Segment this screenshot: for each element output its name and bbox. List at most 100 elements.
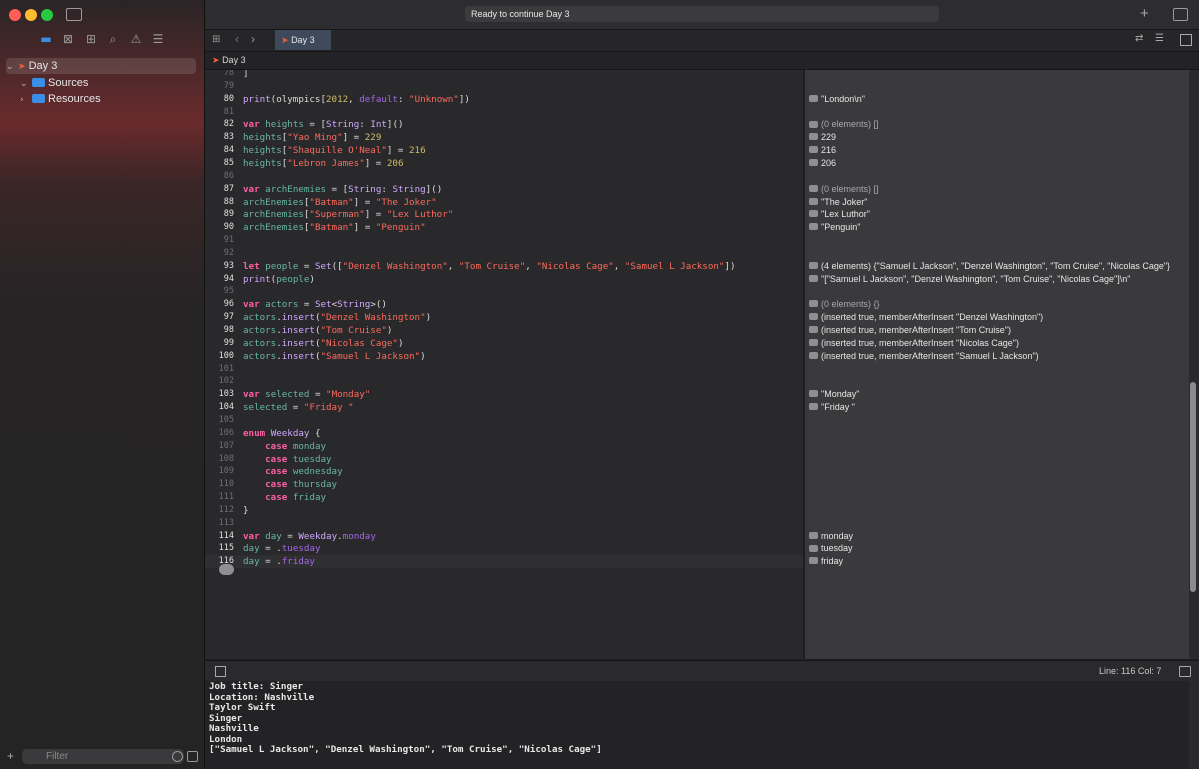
quick-look-icon[interactable] [809, 261, 818, 269]
symbol-navigator-icon[interactable]: ⊞ [83, 32, 99, 46]
result-value[interactable]: (0 elements) {} [809, 298, 880, 311]
quick-look-icon[interactable] [809, 133, 818, 141]
code-line[interactable]: 99 actors.insert("Nicolas Cage") [205, 337, 803, 350]
result-value[interactable]: monday [809, 530, 853, 543]
code-line[interactable]: 85 heights["Lebron James"] = 206 [205, 157, 803, 170]
quick-look-icon[interactable] [809, 557, 818, 565]
close-window-button[interactable] [9, 9, 21, 21]
code-line[interactable]: 113 [205, 517, 803, 530]
result-value[interactable]: (0 elements) [] [809, 118, 879, 131]
code-line[interactable]: 110 case thursday [205, 478, 803, 491]
quick-look-icon[interactable] [809, 223, 818, 231]
scrollbar-thumb[interactable] [1190, 382, 1196, 592]
code-line[interactable]: 112} [205, 504, 803, 517]
quick-look-icon[interactable] [809, 338, 818, 346]
quick-look-icon[interactable] [809, 313, 818, 321]
code-line[interactable]: 107 case monday [205, 440, 803, 453]
quick-look-icon[interactable] [809, 300, 818, 308]
filter-options-icon[interactable] [187, 751, 198, 762]
code-line[interactable]: 91 [205, 234, 803, 247]
quick-look-icon[interactable] [809, 531, 818, 539]
split-editor-icon[interactable] [1180, 34, 1192, 46]
report-navigator-icon[interactable]: ☰ [150, 32, 166, 46]
result-value[interactable]: "Lex Luthor" [809, 208, 870, 221]
issue-navigator-icon[interactable]: ⚠ [128, 32, 144, 46]
source-control-icon[interactable]: ⊠ [60, 32, 76, 46]
swap-icon[interactable]: ⇄ [1135, 33, 1143, 44]
result-value[interactable]: "Monday" [809, 388, 859, 401]
result-value[interactable]: 206 [809, 157, 836, 170]
code-line[interactable]: 83 heights["Yao Ming"] = 229 [205, 131, 803, 144]
quick-look-icon[interactable] [809, 544, 818, 552]
run-playground-button[interactable] [219, 564, 234, 575]
code-line[interactable]: 95 [205, 285, 803, 298]
code-line[interactable]: 104 selected = "Friday " [205, 401, 803, 414]
console-scrollbar[interactable] [1189, 681, 1199, 769]
code-line[interactable]: 106 enum Weekday { [205, 427, 803, 440]
code-line[interactable]: 103 var selected = "Monday" [205, 388, 803, 401]
tab-day3[interactable]: ➤ Day 3 [275, 30, 331, 50]
add-icon[interactable]: + [7, 749, 14, 763]
result-value[interactable]: "London\n" [809, 93, 865, 106]
code-line[interactable]: 89 archEnemies["Superman"] = "Lex Luthor" [205, 208, 803, 221]
code-line[interactable]: 78] [205, 70, 803, 80]
quick-look-icon[interactable] [809, 274, 818, 282]
breadcrumb-item[interactable]: Day 3 [222, 55, 246, 65]
code-line[interactable]: 84 heights["Shaquille O'Neal"] = 216 [205, 144, 803, 157]
result-value[interactable]: (4 elements) {"Samuel L Jackson", "Denze… [809, 260, 1170, 273]
result-value[interactable]: (inserted true, memberAfterInsert "Denze… [809, 311, 1043, 324]
code-line[interactable]: 115 day = .tuesday [205, 542, 803, 555]
code-line[interactable]: 81 [205, 106, 803, 119]
related-items-icon[interactable]: ⊞ [212, 34, 220, 45]
result-value[interactable]: "Penguin" [809, 221, 860, 234]
sidebar-item-project[interactable]: ⌄ ➤ Day 3 [6, 58, 196, 74]
quick-look-icon[interactable] [809, 403, 818, 411]
console-toggle-icon[interactable] [1179, 666, 1191, 677]
code-line[interactable]: 93 let people = Set(["Denzel Washington",… [205, 260, 803, 273]
code-line[interactable]: 109 case wednesday [205, 465, 803, 478]
quick-look-icon[interactable] [809, 159, 818, 167]
code-line[interactable]: 114 var day = Weekday.monday [205, 530, 803, 543]
code-line[interactable]: 111 case friday [205, 491, 803, 504]
result-value[interactable]: "The Joker" [809, 196, 867, 209]
back-icon[interactable]: ‹ [235, 32, 239, 46]
quick-look-icon[interactable] [809, 94, 818, 102]
quick-look-icon[interactable] [809, 210, 818, 218]
zoom-window-button[interactable] [41, 9, 53, 21]
quick-look-icon[interactable] [809, 120, 818, 128]
quick-look-icon[interactable] [809, 351, 818, 359]
quick-look-icon[interactable] [809, 184, 818, 192]
code-line[interactable]: 101 [205, 363, 803, 376]
quick-look-icon[interactable] [809, 390, 818, 398]
sidebar-item-sources[interactable]: ⌄ Sources [20, 75, 210, 91]
code-line[interactable]: 105 [205, 414, 803, 427]
code-line[interactable]: 102 [205, 375, 803, 388]
code-line[interactable]: 80 print(olympics[2012, default: "Unknown… [205, 93, 803, 106]
recent-filter-icon[interactable] [172, 751, 183, 762]
quick-look-icon[interactable] [809, 197, 818, 205]
code-line[interactable]: 87 var archEnemies = [String: String]() [205, 183, 803, 196]
result-value[interactable]: "["Samuel L Jackson", "Denzel Washington… [809, 273, 1130, 286]
forward-icon[interactable]: › [251, 32, 255, 46]
quick-look-icon[interactable] [809, 146, 818, 154]
code-line[interactable]: 79 [205, 80, 803, 93]
code-line[interactable]: 94 print(people) [205, 273, 803, 286]
code-line[interactable]: 90 archEnemies["Batman"] = "Penguin" [205, 221, 803, 234]
add-icon[interactable]: + [1140, 5, 1149, 22]
project-navigator-icon[interactable]: ▬ [38, 32, 54, 46]
result-value[interactable]: friday [809, 555, 843, 568]
code-line[interactable]: 82 var heights = [String: Int]() [205, 118, 803, 131]
hide-debug-area-icon[interactable] [215, 666, 226, 677]
search-icon[interactable]: ⌕ [105, 32, 121, 47]
inspector-toggle-icon[interactable] [1173, 8, 1188, 21]
quick-look-icon[interactable] [809, 326, 818, 334]
result-value[interactable]: tuesday [809, 542, 853, 555]
code-line[interactable]: 86 [205, 170, 803, 183]
code-line[interactable]: 98 actors.insert("Tom Cruise") [205, 324, 803, 337]
code-line[interactable]: 116 day = .friday [205, 555, 803, 569]
sidebar-item-resources[interactable]: › Resources [20, 91, 210, 107]
minimize-window-button[interactable] [25, 9, 37, 21]
code-line[interactable]: 92 [205, 247, 803, 260]
code-line[interactable]: 88 archEnemies["Batman"] = "The Joker" [205, 196, 803, 209]
code-line[interactable]: 97 actors.insert("Denzel Washington") [205, 311, 803, 324]
